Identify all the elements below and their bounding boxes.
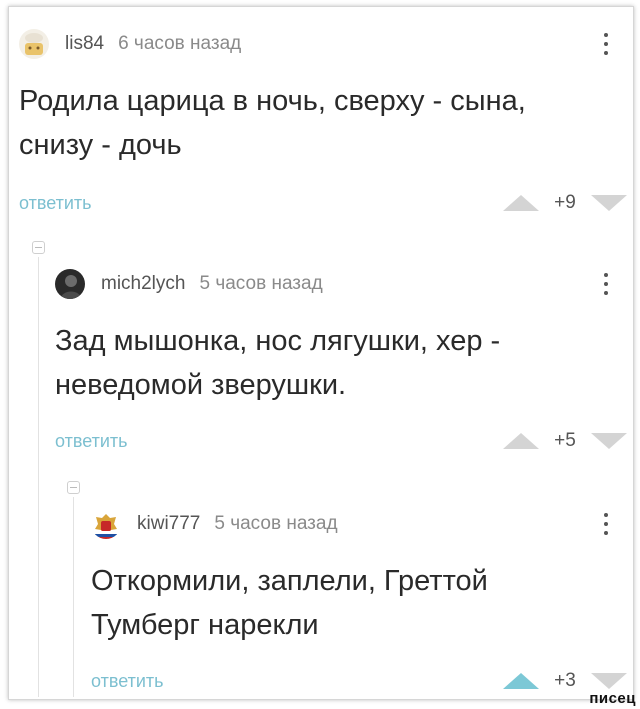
- comment-text-line: Зад мышонка, нос лягушки, хер -: [55, 325, 501, 357]
- avatar-photo-icon: [55, 269, 85, 299]
- reply-link[interactable]: ответить: [19, 193, 92, 214]
- more-options-icon[interactable]: [603, 509, 609, 539]
- comment-text: Родила царица в ночь, сверху - сына, сни…: [19, 79, 526, 167]
- comment-text: Откормили, заплели, Греттой Тумберг наре…: [91, 559, 488, 647]
- comment-text-line: Родила царица в ночь, сверху - сына,: [19, 85, 526, 117]
- watermark: писец: [589, 690, 636, 707]
- more-options-icon[interactable]: [603, 269, 609, 299]
- more-options-icon[interactable]: [603, 29, 609, 59]
- thread-line: [73, 497, 74, 697]
- avatar[interactable]: [19, 29, 49, 59]
- downvote-icon[interactable]: [591, 433, 627, 449]
- upvote-icon[interactable]: [503, 433, 539, 449]
- username[interactable]: kiwi777: [137, 513, 200, 535]
- comment-text: Зад мышонка, нос лягушки, хер - неведомо…: [55, 319, 500, 407]
- upvote-icon[interactable]: [503, 673, 539, 689]
- score: +9: [554, 192, 576, 213]
- collapse-thread-icon[interactable]: [32, 241, 45, 254]
- timestamp: 5 часов назад: [199, 273, 323, 294]
- vote-controls: +5: [503, 430, 627, 451]
- comment-header: mich2lych 5 часов назад: [55, 269, 323, 299]
- thread-line: [38, 257, 39, 697]
- comment-text-line: неведомой зверушки.: [55, 369, 347, 401]
- score: +3: [554, 670, 576, 691]
- timestamp: 6 часов назад: [118, 33, 242, 54]
- downvote-icon[interactable]: [591, 195, 627, 211]
- upvote-icon[interactable]: [503, 195, 539, 211]
- comment-text-line: Откормили, заплели, Греттой: [91, 565, 488, 597]
- comment-header: kiwi777 5 часов назад: [91, 509, 338, 539]
- comment-text-line: снизу - дочь: [19, 129, 182, 161]
- avatar-cartoon-icon: [19, 29, 49, 59]
- username[interactable]: lis84: [65, 33, 104, 55]
- comment-header: lis84 6 часов назад: [19, 29, 241, 59]
- username[interactable]: mich2lych: [101, 273, 185, 295]
- reply-link[interactable]: ответить: [55, 431, 128, 452]
- coat-of-arms-icon: [91, 509, 121, 539]
- comment: kiwi777 5 часов назад Откормили, заплели…: [91, 509, 627, 699]
- comment-text-line: Тумберг нарекли: [91, 609, 319, 641]
- reply-link[interactable]: ответить: [91, 671, 164, 692]
- comment-thread: lis84 6 часов назад Родила царица в ночь…: [8, 6, 634, 700]
- avatar[interactable]: [55, 269, 85, 299]
- comment: mich2lych 5 часов назад Зад мышонка, нос…: [55, 269, 627, 459]
- vote-controls: +3: [503, 670, 627, 691]
- comment: lis84 6 часов назад Родила царица в ночь…: [19, 29, 627, 219]
- avatar[interactable]: [91, 509, 121, 539]
- collapse-thread-icon[interactable]: [67, 481, 80, 494]
- vote-controls: +9: [503, 192, 627, 213]
- downvote-icon[interactable]: [591, 673, 627, 689]
- timestamp: 5 часов назад: [214, 513, 338, 534]
- score: +5: [554, 430, 576, 451]
